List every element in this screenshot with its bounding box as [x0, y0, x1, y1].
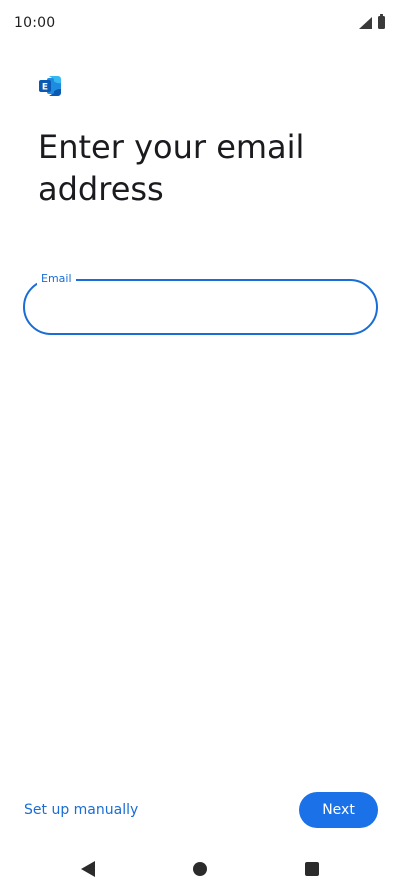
next-button[interactable]: Next	[299, 792, 378, 828]
home-icon[interactable]	[193, 862, 207, 876]
status-icons	[359, 14, 387, 30]
signal-icon	[359, 17, 372, 29]
back-icon[interactable]	[81, 861, 95, 877]
email-input[interactable]	[41, 281, 361, 333]
status-time: 10:00	[14, 15, 56, 31]
status-bar: 10:00	[0, 0, 401, 48]
exchange-logo-icon: E	[38, 75, 62, 97]
logo-letter: E	[42, 83, 48, 93]
email-setup-screen: 10:00 E Enter your email address Email S…	[0, 0, 401, 892]
setup-manually-link[interactable]: Set up manually	[24, 801, 138, 819]
navigation-bar	[0, 848, 401, 892]
email-field[interactable]: Email	[23, 272, 378, 335]
recents-icon[interactable]	[305, 862, 319, 876]
battery-icon	[378, 14, 385, 29]
page-title: Enter your email address	[38, 128, 305, 208]
